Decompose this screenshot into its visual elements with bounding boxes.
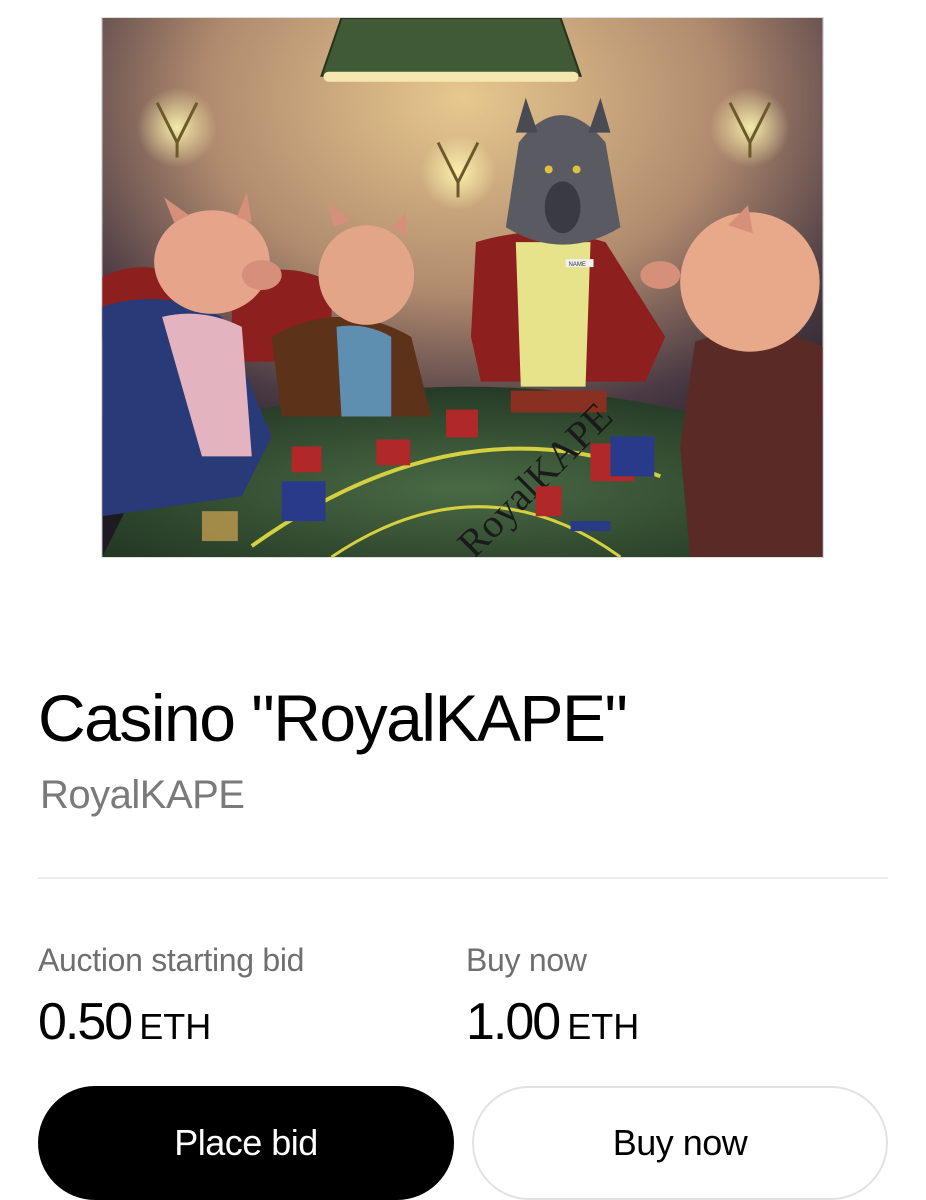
creator-name[interactable]: RoyalKAPE: [40, 770, 245, 820]
buy-now-amount: 1.00: [466, 993, 561, 1051]
buy-now-price: 1.00 ETH: [466, 992, 639, 1065]
place-bid-label: Place bid: [174, 1122, 318, 1163]
auction-price-block: Auction starting bid 0.50 ETH: [38, 938, 304, 1065]
buy-now-price-block: Buy now 1.00 ETH: [466, 938, 639, 1065]
buy-now-unit: ETH: [567, 1006, 640, 1047]
nft-title: Casino "RoyalKAPE": [38, 681, 628, 755]
buy-now-button[interactable]: Buy now: [472, 1086, 888, 1200]
auction-amount: 0.50: [38, 993, 133, 1051]
artwork-image[interactable]: RoyalKAPE NAME: [101, 17, 824, 558]
buy-now-button-label: Buy now: [612, 1122, 748, 1163]
auction-price: 0.50 ETH: [38, 992, 304, 1065]
auction-unit: ETH: [139, 1006, 212, 1047]
divider: [38, 877, 888, 879]
auction-label: Auction starting bid: [38, 942, 305, 978]
place-bid-button[interactable]: Place bid: [38, 1086, 454, 1200]
buy-now-label: Buy now: [466, 942, 587, 978]
name-tag-text: NAME: [569, 262, 586, 268]
